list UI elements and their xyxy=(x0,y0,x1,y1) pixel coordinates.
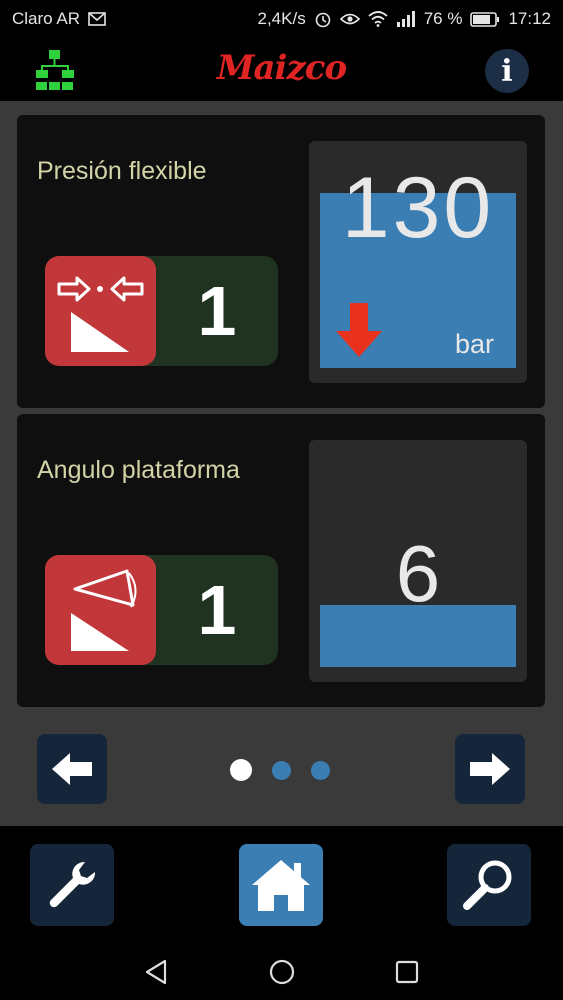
wifi-icon xyxy=(368,11,388,27)
card-title: Angulo plataforma xyxy=(37,456,240,484)
mode-selector[interactable]: 1 xyxy=(45,555,278,665)
bottom-toolbar xyxy=(0,826,563,945)
wrench-icon xyxy=(49,861,96,908)
home-nav-icon[interactable] xyxy=(267,957,297,987)
value-display: 6 xyxy=(309,440,527,682)
unit-label: bar xyxy=(454,329,494,359)
value-display: bar 130 xyxy=(309,141,527,383)
mode-number: 1 xyxy=(197,272,237,350)
down-arrow-icon xyxy=(336,303,382,357)
pressure-card: Presión flexible 1 bar 130 xyxy=(17,115,545,408)
alarm-icon xyxy=(314,10,332,28)
angle-icon xyxy=(45,555,156,665)
search-button[interactable] xyxy=(447,844,531,926)
settings-button[interactable] xyxy=(30,844,114,926)
pressure-value: 130 xyxy=(341,160,495,256)
main-panel: Presión flexible 1 bar 130 Angulo plataf… xyxy=(0,101,563,826)
info-button[interactable]: i xyxy=(485,49,529,93)
page-dot-1[interactable] xyxy=(230,759,252,781)
pressure-icon xyxy=(45,256,156,366)
mail-icon xyxy=(88,12,106,26)
value-bar xyxy=(320,605,516,667)
page-dot-2[interactable] xyxy=(272,760,291,780)
battery-icon xyxy=(470,11,500,27)
home-icon xyxy=(252,860,310,911)
status-bar: Claro AR 2,4K/s 76 % 17:12 xyxy=(0,0,563,38)
angle-card: Angulo plataforma 1 6 xyxy=(17,414,545,707)
back-icon[interactable] xyxy=(141,957,171,987)
page-dot-3[interactable] xyxy=(311,760,330,780)
page-indicator xyxy=(230,759,330,781)
eye-icon xyxy=(339,12,360,26)
app-header: Maizco i xyxy=(0,38,563,101)
arrow-left-icon xyxy=(52,753,92,785)
search-icon xyxy=(463,860,512,910)
arrow-right-icon xyxy=(470,753,510,785)
carrier-label: Claro AR xyxy=(12,9,81,28)
system-nav-bar xyxy=(0,945,563,1000)
next-page-button[interactable] xyxy=(455,734,525,804)
mode-number: 1 xyxy=(197,571,237,649)
clock: 17:12 xyxy=(508,9,551,28)
previous-page-button[interactable] xyxy=(37,734,107,804)
mode-selector[interactable]: 1 xyxy=(45,256,278,366)
battery-percent: 76 % xyxy=(423,9,463,28)
recents-icon[interactable] xyxy=(392,957,422,987)
signal-icon xyxy=(396,11,416,27)
brand-logo: Maizco xyxy=(216,48,347,88)
card-title: Presión flexible xyxy=(37,157,207,185)
network-speed: 2,4K/s xyxy=(257,9,306,28)
home-button[interactable] xyxy=(239,844,323,926)
